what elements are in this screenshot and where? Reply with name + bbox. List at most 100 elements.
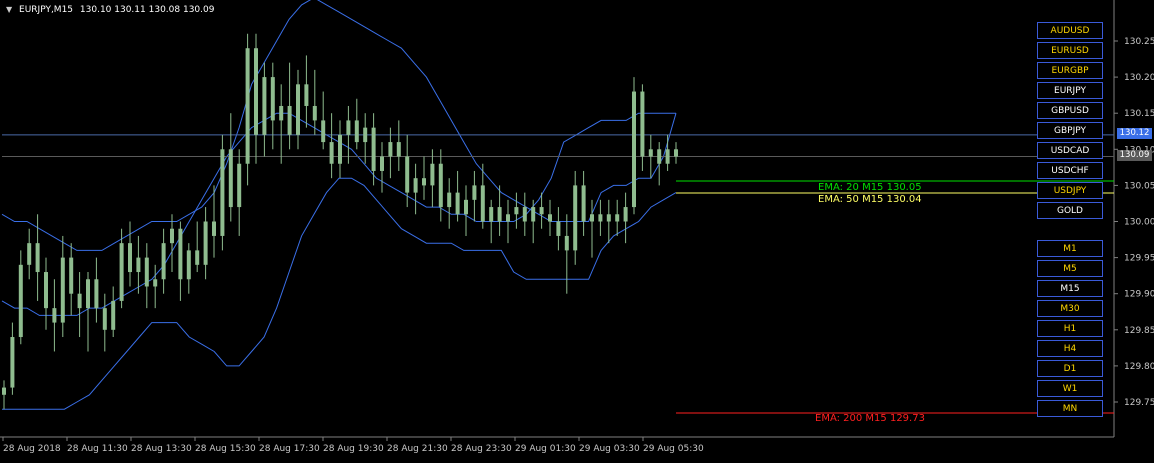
symbol-button-usdcad[interactable]: USDCAD [1037,142,1103,159]
candle-body [312,105,317,121]
price-tick-label: 130.15 [1124,109,1154,119]
candle-body [69,257,74,294]
candle-body [497,207,502,222]
price-tick-label: 129.90 [1124,290,1154,300]
candle-body [581,185,586,222]
candle-body [338,134,342,164]
candle-body [380,156,384,171]
candle-body [354,120,359,143]
price-tick-label: 129.80 [1124,362,1154,372]
candle-body [262,77,267,135]
timeframe-button-m5[interactable]: M5 [1037,260,1103,277]
candle-body [506,214,510,222]
candle-body [615,214,620,222]
timeframe-button-h1[interactable]: H1 [1037,320,1103,337]
candle-body [195,250,200,265]
timeframe-button-m30[interactable]: M30 [1037,300,1103,317]
candle-body [438,163,443,208]
candle-body [371,127,376,171]
candle-body [296,84,300,135]
candle-body [35,243,40,273]
symbol-button-usdjpy[interactable]: USDJPY [1037,182,1103,199]
candle-body [128,243,132,273]
candle-body [287,105,292,135]
candle-body [94,279,99,309]
time-tick-label: 28 Aug 17:30 [259,444,320,454]
candle-body [648,149,653,157]
candle-body [606,214,611,222]
price-tick-label: 129.85 [1124,326,1154,336]
candle-body [203,221,208,265]
candle-body [556,221,561,236]
candle-body [396,142,401,157]
price-chart[interactable]: 130.25130.20130.15130.10130.05130.00129.… [0,0,1154,459]
timeframe-button-h4[interactable]: H4 [1037,340,1103,357]
symbol-button-eurjpy[interactable]: EURJPY [1037,82,1103,99]
candle-body [161,243,166,280]
candle-body [623,207,628,222]
symbol-button-gold[interactable]: GOLD [1037,202,1103,219]
hline-price-tag: 130.12 [1117,128,1152,139]
price-tick-label: 130.05 [1124,181,1154,191]
price-tick-label: 130.20 [1124,73,1154,83]
symbol-button-usdchf[interactable]: USDCHF [1037,162,1103,179]
candle-body [111,300,116,330]
symbol-header: ▼ EURJPY,M15 130.10 130.11 130.08 130.09 [6,5,214,15]
time-tick-label: 28 Aug 2018 [3,444,61,454]
candle-body [119,243,124,301]
candle-body [657,149,662,164]
candle-body [430,163,435,186]
candle [632,77,636,215]
candle-body [598,214,603,222]
timeframe-button-mn[interactable]: MN [1037,400,1103,417]
time-tick-label: 28 Aug 13:30 [131,444,192,454]
candle-body [573,185,578,251]
symbol-button-audusd[interactable]: AUDUSD [1037,22,1103,39]
symbol-button-eurgbp[interactable]: EURGBP [1037,62,1103,79]
symbol-button-gbpusd[interactable]: GBPUSD [1037,102,1103,119]
symbol-button-eurusd[interactable]: EURUSD [1037,42,1103,59]
candle-body [464,199,468,215]
candle-body [10,337,15,388]
candle-body [254,48,258,135]
candle [220,134,225,251]
chart-area[interactable]: 130.25130.20130.15130.10130.05130.00129.… [0,0,1154,459]
time-tick-label: 28 Aug 21:30 [387,444,448,454]
ema20-label: EMA: 20 M15 130.05 [818,182,922,193]
candle-body [455,192,460,215]
candle-body [279,105,284,121]
candle-body [422,178,426,186]
candle-body [153,279,158,287]
candle-body [220,149,225,236]
candle-body [304,84,309,106]
timeframe-button-d1[interactable]: D1 [1037,360,1103,377]
candle-body [674,149,678,157]
candle-body [102,308,107,330]
ohlc-label: 130.10 130.11 130.08 130.09 [79,5,215,15]
candle-body [60,257,65,323]
price-tick-label: 129.95 [1124,254,1154,264]
candle-body [480,185,485,222]
timeframe-button-m1[interactable]: M1 [1037,240,1103,257]
time-tick-label: 29 Aug 05:30 [643,444,704,454]
current-price-tag: 130.09 [1117,150,1152,161]
timeframe-button-w1[interactable]: W1 [1037,380,1103,397]
candle [245,33,250,186]
candle-body [321,120,326,143]
candle-body [212,221,216,236]
candle-body [522,207,527,222]
chart-menu-icon[interactable]: ▼ [6,5,12,14]
price-tick-label: 130.25 [1124,37,1154,47]
candle-body [447,192,452,208]
timeframe-button-m15[interactable]: M15 [1037,280,1103,297]
time-tick-label: 28 Aug 23:30 [451,444,512,454]
candle-body [270,77,275,121]
symbol-button-gbpjpy[interactable]: GBPJPY [1037,122,1103,139]
time-tick-label: 28 Aug 11:30 [67,444,128,454]
candle-body [245,48,250,164]
candle-body [539,207,544,215]
candle-body [632,91,636,208]
price-tick-label: 129.75 [1124,398,1154,408]
candle-body [178,228,183,280]
candle-body [413,178,418,193]
